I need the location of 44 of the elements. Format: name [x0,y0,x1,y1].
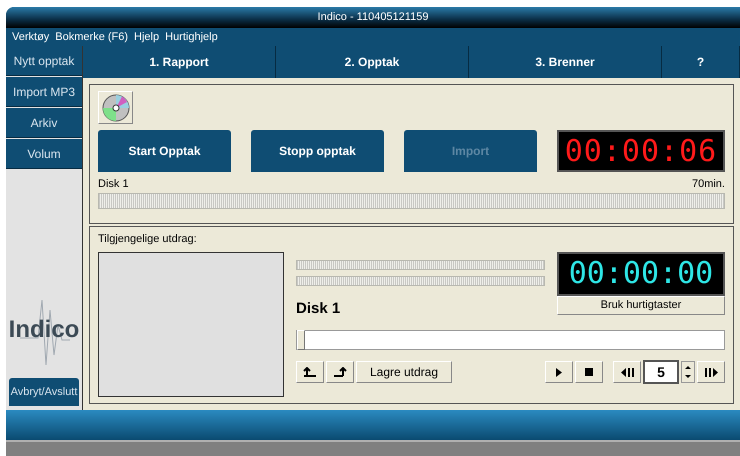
step-field[interactable]: 5 [643,360,679,384]
exit-button[interactable]: Avbryt/Avslutt [9,378,79,406]
excerpts-list[interactable] [98,252,284,397]
record-button[interactable]: Start Opptak [98,130,231,172]
logo: Indico [8,315,80,345]
window-title: Indico - 110405121159 [318,10,428,26]
menu-item[interactable]: Hjelp [134,28,160,46]
menu-item[interactable]: Verktøy [12,28,50,46]
sidebar-button[interactable]: Import MP3 [6,77,82,107]
excerpts-title: Tilgjengelige utdrag: [98,232,198,247]
step-back-icon [620,368,634,376]
cd-icon [102,94,130,122]
mark-end-button[interactable] [326,361,354,383]
position-slider-thumb[interactable] [297,330,305,350]
spin-arrows-icon [685,364,691,380]
tab[interactable]: ? [662,46,740,78]
tab[interactable]: 2. Opptak [276,46,469,78]
menu-item[interactable]: Hurtighjelp [165,28,218,46]
tab[interactable]: 1. Rapport [83,46,276,78]
capacity-label: 70min. [692,177,725,192]
shortcut-button[interactable]: Bruk hurtigtaster [557,296,725,314]
sidebar-button[interactable]: Nytt opptak [6,46,82,76]
corner-up-arrow-icon [333,367,347,377]
mark-start-button[interactable] [296,361,324,383]
disk-label: Disk 1 [98,177,129,192]
position-timer: 00:00:00 [557,252,725,296]
sidebar-button[interactable]: Arkiv [6,108,82,138]
play-icon [556,368,562,376]
play-button[interactable] [545,361,573,383]
step-back-button[interactable] [613,361,641,383]
cd-button[interactable] [98,91,133,124]
corner-up-arrow-icon [303,367,317,377]
menu-item[interactable]: Bokmerke (F6) [55,28,128,46]
step-forward-button[interactable] [697,361,725,383]
disk-title: Disk 1 [296,298,342,318]
record-button[interactable]: Stopp opptak [251,130,384,172]
stop-button[interactable] [575,361,603,383]
step-forward-icon [704,368,718,376]
sidebar-button[interactable]: Volum [6,139,82,169]
tab[interactable]: 3. Brenner [469,46,662,78]
stop-icon [585,368,593,376]
step-spinner[interactable] [681,361,695,383]
save-excerpt-button[interactable]: Lagre utdrag [356,361,452,383]
record-timer: 00:00:06 [557,130,725,172]
